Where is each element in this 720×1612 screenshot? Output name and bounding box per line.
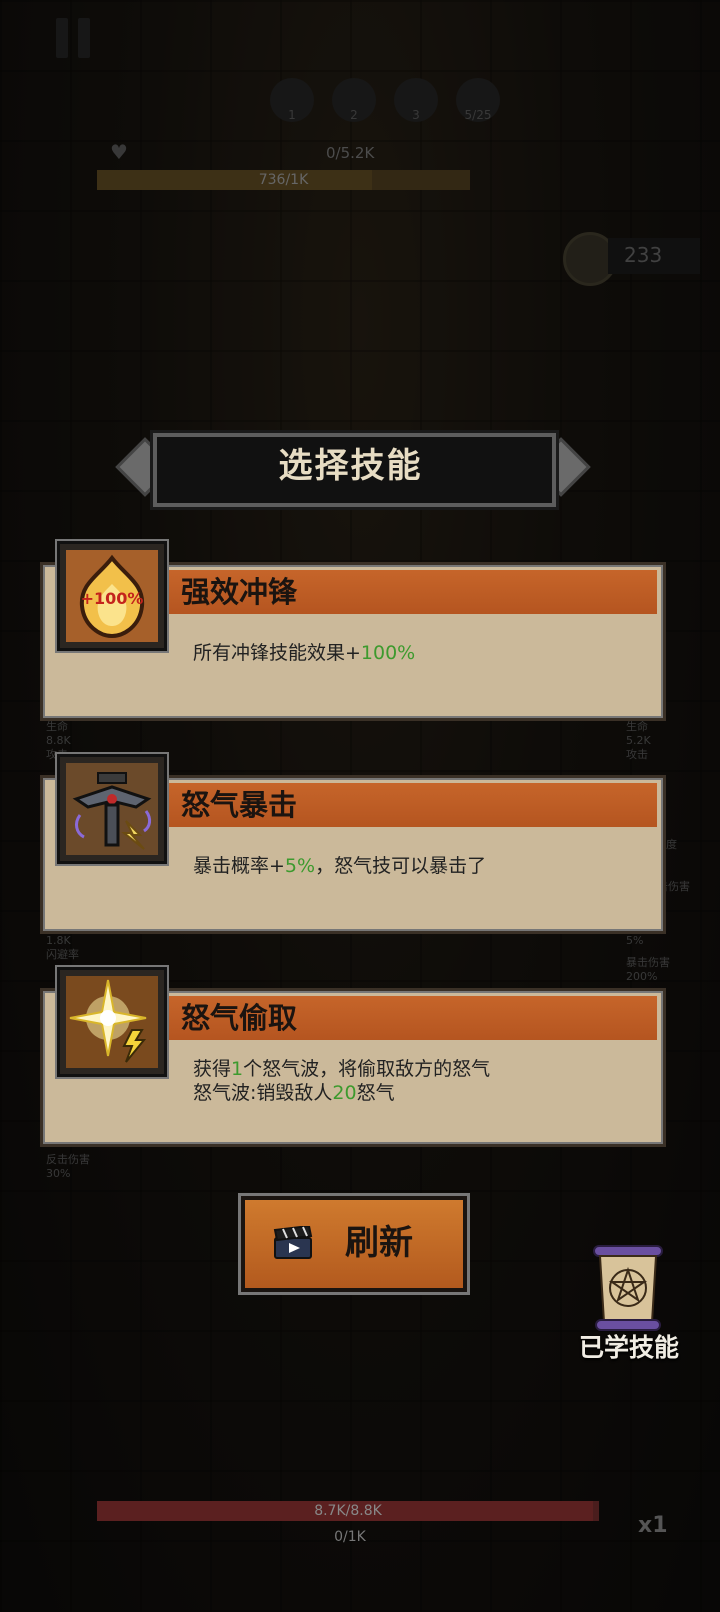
- flame-icon-shape: +100%: [79, 554, 145, 639]
- skill-card[interactable]: 强效冲锋 +100% 所有冲锋技能效果+100%: [40, 541, 666, 721]
- skill-card[interactable]: 怒气偷取 获得1个怒气波，将偷取敌方的怒气 怒气波:销毁敌人20怒气: [40, 967, 666, 1147]
- skill-description: 获得1个怒气波，将偷取敌方的怒气 怒气波:销毁敌人20怒气: [193, 1057, 490, 1105]
- hammer-crit-icon-shape: [72, 772, 152, 850]
- player-hp-text: 8.7K/8.8K: [314, 1503, 382, 1519]
- dialog-title: 选择技能: [278, 446, 423, 486]
- speed-toggle[interactable]: x1: [638, 1513, 668, 1538]
- clapperboard-icon: [273, 1226, 313, 1259]
- desc-line: 怒气波:销毁敌人20怒气: [193, 1081, 490, 1105]
- star-lightning-icon-shape: [69, 979, 147, 1063]
- desc-text: 所有冲锋技能效果+: [193, 642, 361, 664]
- desc-text: 个怒气波，将偷取敌方的怒气: [243, 1058, 491, 1080]
- desc-value: 20: [332, 1082, 357, 1104]
- scroll-icon: [593, 1245, 663, 1331]
- skill-name: 强效冲锋: [181, 575, 298, 609]
- desc-value: 100%: [360, 642, 416, 664]
- refresh-label: 刷新: [345, 1223, 413, 1263]
- icon-frame: +100%: [66, 550, 158, 642]
- learned-skills-label: 已学技能: [578, 1333, 679, 1362]
- desc-line: 获得1个怒气波，将偷取敌方的怒气: [193, 1057, 490, 1081]
- star-lightning-icon: [57, 967, 167, 1077]
- desc-text: 获得: [193, 1058, 232, 1080]
- icon-frame: [66, 763, 158, 855]
- icon-frame: [66, 976, 158, 1068]
- desc-text: 怒气波:销毁敌人: [193, 1082, 333, 1104]
- player-rage-text: 0/1K: [334, 1529, 366, 1545]
- skill-card[interactable]: 怒气暴击 暴击概率+5%，怒气技可以暴击了: [40, 754, 666, 934]
- learned-skills-button[interactable]: [590, 1244, 666, 1332]
- desc-text: 怒气: [356, 1082, 395, 1104]
- skill-description: 暴击概率+5%，怒气技可以暴击了: [193, 854, 486, 878]
- hammer-crit-icon: [57, 754, 167, 864]
- desc-text: 暴击概率+: [193, 855, 285, 877]
- icon-text: +100%: [81, 589, 144, 608]
- desc-text: ，怒气技可以暴击了: [315, 855, 487, 877]
- refresh-button[interactable]: 刷新: [241, 1196, 467, 1292]
- desc-value: 1: [231, 1058, 244, 1080]
- skill-name: 怒气偷取: [181, 1001, 298, 1035]
- flame-icon: +100%: [57, 541, 167, 651]
- skill-description: 所有冲锋技能效果+100%: [193, 641, 415, 665]
- skill-name: 怒气暴击: [181, 788, 298, 822]
- desc-value: 5%: [284, 855, 316, 877]
